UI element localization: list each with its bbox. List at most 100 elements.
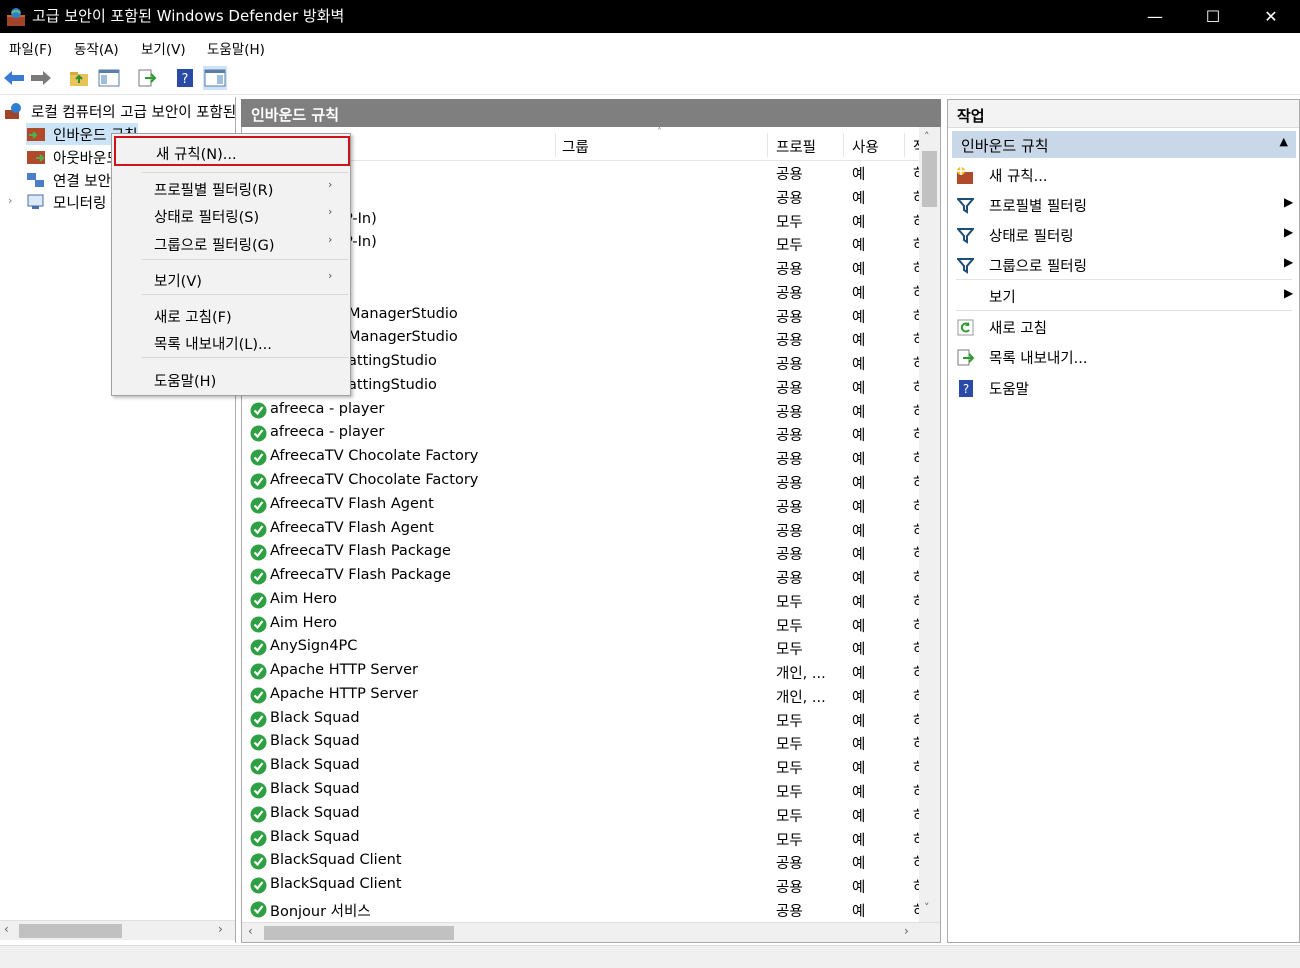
menu-view[interactable]: 보기(V)	[141, 38, 186, 58]
enabled-check-icon	[250, 449, 267, 466]
column-header-enabled[interactable]: 사용	[852, 136, 879, 157]
help-icon: ?	[177, 69, 193, 87]
tree-item-monitoring[interactable]: 모니터링	[26, 191, 106, 213]
table-row[interactable]: Black Squad모두예허용	[242, 828, 919, 852]
rules-horizontal-scrollbar[interactable]: ‹ ›	[242, 922, 940, 942]
rule-enabled: 예	[852, 594, 866, 611]
rule-profile: 공용	[776, 476, 803, 492]
table-row[interactable]: AfreecaTV Chocolate Factory공용예허용	[242, 447, 919, 471]
toolbar: ?	[0, 61, 1300, 95]
show-hide-action-pane-button[interactable]	[203, 66, 227, 90]
table-row[interactable]: Apache HTTP Server개인, ...예허용	[242, 661, 919, 685]
minimize-button[interactable]: —	[1126, 0, 1184, 33]
close-button[interactable]: ✕	[1242, 0, 1300, 33]
back-button[interactable]	[2, 66, 26, 90]
action-filter-state[interactable]: 상태로 필터링 ▶	[948, 221, 1299, 249]
action-filter-profile[interactable]: 프로필별 필터링 ▶	[948, 191, 1299, 219]
table-row[interactable]: Apache HTTP Server개인, ...예허용	[242, 685, 919, 709]
rule-enabled: 예	[852, 262, 866, 279]
rule-enabled: 예	[852, 214, 866, 231]
rule-name: AfreecaTV Flash Package	[270, 543, 451, 560]
scrollbar-thumb[interactable]	[922, 151, 937, 207]
scrollbar-thumb[interactable]	[264, 926, 454, 940]
action-label: 프로필별 필터링	[989, 199, 1087, 215]
table-row[interactable]: AnySign4PC모두예허용	[242, 637, 919, 661]
column-header-profile[interactable]: 프로필	[776, 136, 816, 157]
context-item-help[interactable]: 도움말(H)	[114, 367, 350, 391]
table-row[interactable]: Bonjour 서비스공용예허용	[242, 899, 919, 923]
context-item-new-rule[interactable]: 새 규칙(N)...	[114, 136, 350, 166]
tree-horizontal-scrollbar[interactable]: ‹ ›	[0, 920, 235, 940]
actions-section-header[interactable]: 인바운드 규칙 ▲	[952, 131, 1296, 158]
menu-action[interactable]: 동작(A)	[74, 38, 119, 58]
enabled-check-icon	[250, 901, 267, 918]
scroll-left-icon[interactable]: ‹	[248, 924, 253, 938]
action-view[interactable]: 보기 ▶	[948, 282, 1299, 310]
column-header-group[interactable]: 그룹	[562, 136, 589, 157]
rule-enabled: 예	[852, 808, 866, 825]
action-help[interactable]: ? 도움말	[948, 374, 1299, 402]
forward-button[interactable]	[29, 66, 53, 90]
show-hide-console-tree-button[interactable]	[97, 66, 121, 90]
table-row[interactable]: Aim Hero모두예허용	[242, 590, 919, 614]
menu-file[interactable]: 파일(F)	[9, 38, 52, 58]
action-new-rule[interactable]: 새 규칙...	[948, 161, 1299, 189]
back-arrow-icon	[4, 71, 24, 85]
rule-profile: 공용	[776, 380, 803, 397]
table-row[interactable]: AfreecaTV Flash Agent공용예허용	[242, 495, 919, 519]
context-item-view[interactable]: 보기(V) ›	[114, 267, 350, 291]
context-item-refresh[interactable]: 새로 고침(F)	[114, 303, 350, 327]
collapse-caret-icon[interactable]: ▲	[1280, 135, 1288, 148]
table-row[interactable]: Black Squad모두예허용	[242, 709, 919, 733]
table-row[interactable]: Black Squad모두예허용	[242, 780, 919, 804]
table-row[interactable]: Black Squad모두예허용	[242, 804, 919, 828]
table-row[interactable]: AfreecaTV Chocolate Factory공용예허용	[242, 471, 919, 495]
scrollbar-thumb[interactable]	[19, 924, 122, 938]
scroll-up-icon[interactable]: ˄	[924, 130, 930, 143]
table-row[interactable]: BlackSquad Client공용예허용	[242, 875, 919, 899]
scroll-down-icon[interactable]: ˅	[924, 901, 930, 914]
table-row[interactable]: afreeca - player공용예허용	[242, 400, 919, 424]
table-row[interactable]: BlackSquad Client공용예허용	[242, 851, 919, 875]
context-item-filter-group[interactable]: 그룹으로 필터링(G) ›	[114, 231, 350, 255]
scroll-right-icon[interactable]: ›	[218, 922, 223, 936]
enabled-check-icon	[250, 473, 267, 490]
up-level-button[interactable]	[67, 66, 91, 90]
export-list-button[interactable]	[135, 66, 159, 90]
table-row[interactable]: Black Squad모두예허용	[242, 756, 919, 780]
action-refresh[interactable]: 새로 고침	[948, 313, 1299, 341]
tree-root[interactable]: 로컬 컴퓨터의 고급 보안이 포함된	[4, 100, 236, 122]
rule-name: BlackSquad Client	[270, 876, 402, 893]
context-item-filter-profile[interactable]: 프로필별 필터링(R) ›	[114, 176, 350, 200]
action-label: 보기	[989, 290, 1016, 306]
table-row[interactable]: Black Squad모두예허용	[242, 732, 919, 756]
menu-help[interactable]: 도움말(H)	[207, 38, 265, 58]
action-filter-group[interactable]: 그룹으로 필터링 ▶	[948, 251, 1299, 279]
table-row[interactable]: Aim Hero모두예허용	[242, 614, 919, 638]
table-row[interactable]: AfreecaTV Flash Package공용예허용	[242, 566, 919, 590]
context-item-export-list[interactable]: 목록 내보내기(L)...	[114, 330, 350, 354]
separator	[956, 279, 1292, 280]
context-menu: 새 규칙(N)... 프로필별 필터링(R) › 상태로 필터링(S) › 그룹…	[111, 133, 351, 396]
maximize-button[interactable]: ☐	[1184, 0, 1242, 33]
console-tree-icon	[98, 69, 120, 87]
table-row[interactable]: AfreecaTV Flash Agent공용예허용	[242, 519, 919, 543]
rule-profile: 모두	[776, 642, 803, 659]
context-item-filter-state[interactable]: 상태로 필터링(S) ›	[114, 203, 350, 227]
rule-name: AfreecaTV Chocolate Factory	[270, 448, 479, 465]
firewall-app-icon	[6, 7, 26, 27]
rule-name: Black Squad	[270, 828, 360, 845]
help-button[interactable]: ?	[173, 66, 197, 90]
table-row[interactable]: AfreecaTV Flash Package공용예허용	[242, 542, 919, 566]
rule-profile: 공용	[776, 167, 803, 183]
actions-pane-title: 작업	[948, 100, 1299, 128]
rule-enabled: 예	[852, 571, 866, 588]
action-export-list[interactable]: 목록 내보내기...	[948, 343, 1299, 371]
rules-vertical-scrollbar[interactable]: ˄ ˅	[919, 127, 940, 923]
scroll-left-icon[interactable]: ‹	[4, 922, 9, 936]
expand-chevron-icon[interactable]: ›	[8, 194, 12, 207]
close-icon: ✕	[1264, 7, 1278, 26]
scroll-right-icon[interactable]: ›	[904, 924, 909, 938]
rule-name: AfreecaTV Chocolate Factory	[270, 472, 479, 488]
table-row[interactable]: afreeca - player공용예허용	[242, 423, 919, 447]
